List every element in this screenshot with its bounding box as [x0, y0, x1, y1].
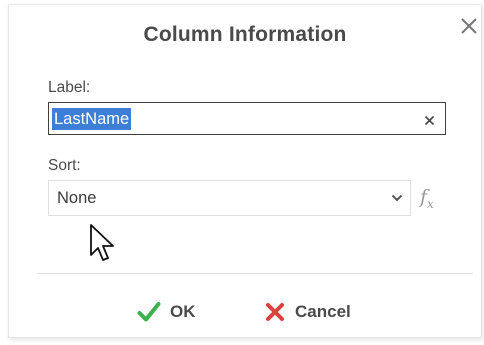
ok-button[interactable]: OK — [137, 297, 196, 327]
dialog-title: Column Information — [143, 23, 347, 46]
checkmark-icon — [137, 302, 161, 322]
label-field-label: Label: — [48, 79, 91, 96]
fx-icon: fx — [420, 186, 434, 211]
x-icon — [266, 303, 284, 321]
cancel-button[interactable]: Cancel — [264, 297, 351, 327]
chevron-down-icon — [391, 194, 403, 202]
label-input[interactable]: LastName — [48, 102, 446, 135]
mouse-cursor-icon — [90, 224, 114, 261]
ok-button-label: OK — [170, 302, 196, 321]
sort-select[interactable]: None — [48, 180, 411, 216]
sort-select-value: None — [57, 189, 97, 207]
sort-field-label: Sort: — [48, 157, 81, 174]
close-button[interactable] — [458, 15, 480, 37]
column-information-dialog: Column Information Label: LastName Sort:… — [8, 4, 482, 338]
formula-button[interactable]: fx — [420, 186, 434, 211]
cancel-button-label: Cancel — [295, 302, 351, 321]
footer-divider — [37, 273, 473, 274]
close-icon — [461, 18, 477, 34]
label-input-value[interactable]: LastName — [52, 108, 132, 130]
clear-button[interactable] — [424, 113, 435, 126]
clear-icon — [424, 115, 435, 126]
